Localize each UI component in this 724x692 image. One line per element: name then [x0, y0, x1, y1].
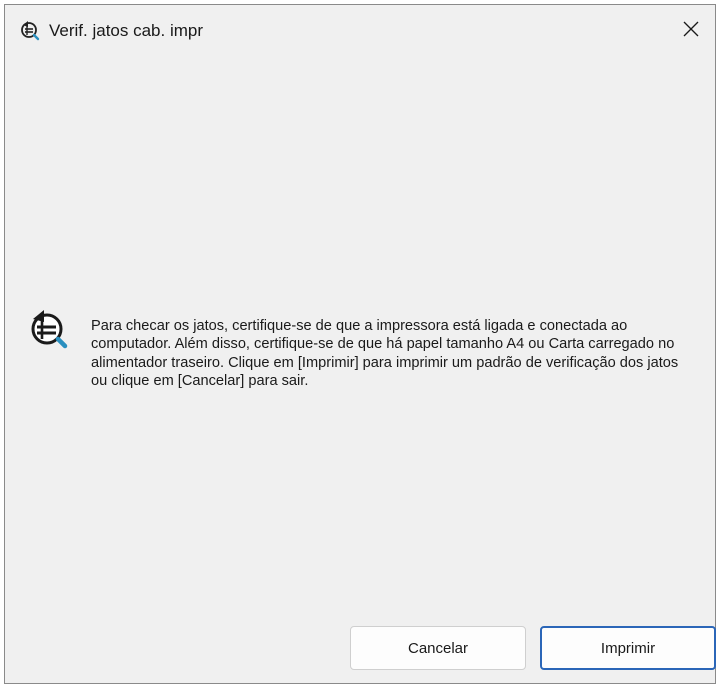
message-text: Para checar os jatos, certifique-se de q…: [91, 318, 679, 390]
nozzle-check-icon: [19, 19, 41, 41]
cancel-button[interactable]: Cancelar: [350, 626, 526, 670]
window-title: Verif. jatos cab. impr: [49, 21, 204, 40]
close-icon: [683, 21, 699, 37]
dialog-window: Verif. jatos cab. impr Para checar os ja…: [4, 4, 716, 684]
title-bar: Verif. jatos cab. impr: [5, 5, 715, 53]
print-button[interactable]: Imprimir: [540, 626, 716, 670]
close-button[interactable]: [671, 11, 711, 47]
nozzle-check-icon: [27, 307, 71, 351]
